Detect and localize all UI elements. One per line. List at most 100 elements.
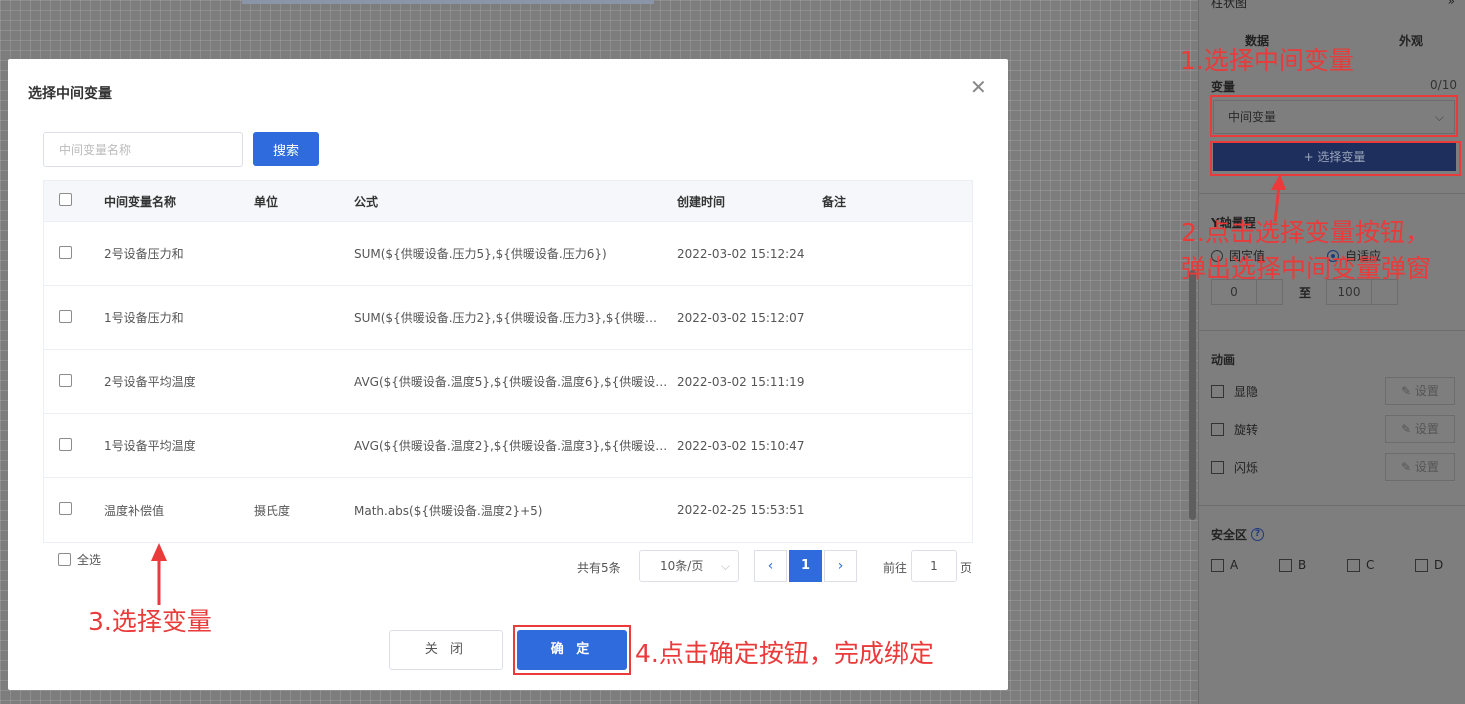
cell-created: 2022-03-02 15:12:24 <box>677 246 805 261</box>
annotation-step4: 4.点击确定按钮，完成绑定 <box>635 639 934 668</box>
help-icon[interactable]: ? <box>1251 528 1265 541</box>
page-size-value: 10条/页 <box>660 559 704 573</box>
safe-zone-label-d: D <box>1434 558 1444 572</box>
canvas-scrollbar[interactable] <box>1189 270 1196 520</box>
highlight-variable-select <box>1210 95 1458 137</box>
annotation-step2-line1: 2.点击选择变量按钮， <box>1181 218 1430 247</box>
table-row[interactable]: 2号设备平均温度 AVG(${供暖设备.温度5},${供暖设备.温度6},${供… <box>44 350 972 414</box>
pagination-total: 共有5条 <box>577 561 621 575</box>
cell-formula: AVG(${供暖设备.温度2},${供暖设备.温度3},${供暖设备.... <box>354 439 677 453</box>
column-header[interactable]: 公式 <box>354 193 677 210</box>
annotation-step2-line2: 弹出选择中间变量弹窗 <box>1181 254 1432 283</box>
animation-label: 动画 <box>1211 353 1236 367</box>
page-size-select[interactable]: 10条/页 ⌵ <box>639 550 739 582</box>
close-button[interactable]: 关 闭 <box>389 630 503 670</box>
table-row[interactable]: 2号设备压力和 SUM(${供暖设备.压力5},${供暖设备.压力6}) 202… <box>44 222 972 286</box>
cell-created: 2022-03-02 15:11:19 <box>677 374 805 389</box>
column-header[interactable]: 备注 <box>822 193 922 210</box>
checkbox[interactable] <box>1211 461 1224 474</box>
table-row[interactable]: 温度补偿值 摄氏度 Math.abs(${供暖设备.温度2}+5) 2022-0… <box>44 478 972 542</box>
safe-zone-a[interactable]: A <box>1211 558 1279 572</box>
goto-page-input[interactable]: 1 <box>911 550 957 582</box>
range-to-value: 100 <box>1337 285 1361 299</box>
safe-zone-label-a: A <box>1230 558 1239 572</box>
cell-formula: AVG(${供暖设备.温度5},${供暖设备.温度6},${供暖设备.... <box>354 375 677 389</box>
settings-button[interactable]: ✎ 设置 <box>1385 453 1455 481</box>
table-row[interactable]: 1号设备压力和 SUM(${供暖设备.压力2},${供暖设备.压力3},${供暖… <box>44 286 972 350</box>
row-checkbox[interactable] <box>59 373 72 387</box>
checkbox[interactable] <box>1211 558 1224 572</box>
checkbox[interactable] <box>1347 558 1360 572</box>
settings-button[interactable]: ✎ 设置 <box>1385 377 1455 405</box>
safe-zone-label-b: B <box>1298 558 1307 572</box>
settings-button[interactable]: ✎ 设置 <box>1385 415 1455 443</box>
cell-formula: Math.abs(${供暖设备.温度2}+5) <box>354 503 543 518</box>
chevron-down-icon: ⌵ <box>720 559 730 573</box>
table-header: 中间变量名称 单位 公式 创建时间 备注 <box>44 181 972 222</box>
cell-created: 2022-03-02 15:12:07 <box>677 310 805 325</box>
cell-unit: 摄氏度 <box>254 503 291 518</box>
safe-zone-options: A B C D <box>1211 558 1465 572</box>
row-checkbox[interactable] <box>59 245 72 259</box>
goto-unit: 页 <box>960 561 973 575</box>
safe-zone-label-c: C <box>1366 558 1375 572</box>
checkbox[interactable] <box>1211 423 1224 436</box>
settings-button-label: 设置 <box>1414 460 1439 474</box>
animation-item-show-hide[interactable]: 显隐 <box>1211 383 1258 400</box>
prev-page-button[interactable]: ‹ <box>754 550 787 582</box>
animation-item-label: 显隐 <box>1234 385 1259 399</box>
variable-table: 中间变量名称 单位 公式 创建时间 备注 2号设备压力和 SUM(${供暖设备.… <box>43 180 973 543</box>
cell-formula: SUM(${供暖设备.压力2},${供暖设备.压力3},${供暖设备... <box>354 311 677 325</box>
animation-item-label: 旋转 <box>1234 423 1259 437</box>
column-header[interactable]: 中间变量名称 <box>104 193 254 210</box>
select-all-checkbox[interactable] <box>58 553 71 566</box>
safe-zone-c[interactable]: C <box>1347 558 1415 572</box>
select-all-label: 全选 <box>77 553 102 567</box>
cell-formula: SUM(${供暖设备.压力5},${供暖设备.压力6}) <box>354 247 607 261</box>
next-page-button[interactable]: › <box>824 550 857 582</box>
select-all-checkbox[interactable] <box>59 193 72 206</box>
highlight-select-variable-button <box>1210 141 1461 176</box>
settings-button-label: 设置 <box>1414 384 1439 398</box>
canvas-top-strip <box>242 0 654 4</box>
table-row[interactable]: 1号设备平均温度 AVG(${供暖设备.温度2},${供暖设备.温度3},${供… <box>44 414 972 478</box>
column-header[interactable]: 创建时间 <box>677 193 822 210</box>
safe-zone-d[interactable]: D <box>1415 558 1465 572</box>
cell-created: 2022-03-02 15:10:47 <box>677 438 805 453</box>
cell-name: 温度补偿值 <box>104 503 165 518</box>
cell-name: 2号设备平均温度 <box>104 375 196 389</box>
goto-label: 前往 <box>883 561 908 575</box>
search-input[interactable] <box>43 132 243 167</box>
safe-zone-label: 安全区 ? <box>1211 526 1265 543</box>
highlight-confirm-button <box>513 625 631 675</box>
collapse-icon[interactable]: » <box>1448 0 1455 8</box>
panel-title: 柱状图 <box>1211 0 1248 10</box>
cell-name: 1号设备压力和 <box>104 311 184 325</box>
annotation-arrow-up <box>1271 174 1286 223</box>
tab-appearance[interactable]: 外观 <box>1399 32 1423 49</box>
divider <box>1199 330 1465 331</box>
row-checkbox[interactable] <box>59 309 72 323</box>
variable-count: 0/10 <box>1430 78 1457 92</box>
cell-name: 1号设备平均温度 <box>104 439 196 453</box>
animation-item-rotate[interactable]: 旋转 <box>1211 421 1258 438</box>
range-to-label: 至 <box>1299 286 1312 300</box>
cell-created: 2022-02-25 15:53:51 <box>677 503 805 517</box>
settings-button-label: 设置 <box>1414 422 1439 436</box>
variable-label: 变量 <box>1211 80 1236 94</box>
column-header[interactable]: 单位 <box>254 193 354 210</box>
annotation-step3: 3.选择变量 <box>88 607 212 636</box>
page-number-button[interactable]: 1 <box>789 550 822 582</box>
checkbox[interactable] <box>1415 558 1428 572</box>
search-button[interactable]: 搜索 <box>253 132 319 166</box>
close-icon[interactable]: ✕ <box>970 77 987 97</box>
animation-item-blink[interactable]: 闪烁 <box>1211 459 1258 476</box>
row-checkbox[interactable] <box>59 502 72 515</box>
divider <box>1199 505 1465 506</box>
select-all[interactable]: 全选 <box>58 551 101 568</box>
safe-zone-b[interactable]: B <box>1279 558 1347 572</box>
checkbox[interactable] <box>1211 385 1224 398</box>
checkbox[interactable] <box>1279 558 1292 572</box>
cell-name: 2号设备压力和 <box>104 247 184 261</box>
row-checkbox[interactable] <box>59 437 72 451</box>
